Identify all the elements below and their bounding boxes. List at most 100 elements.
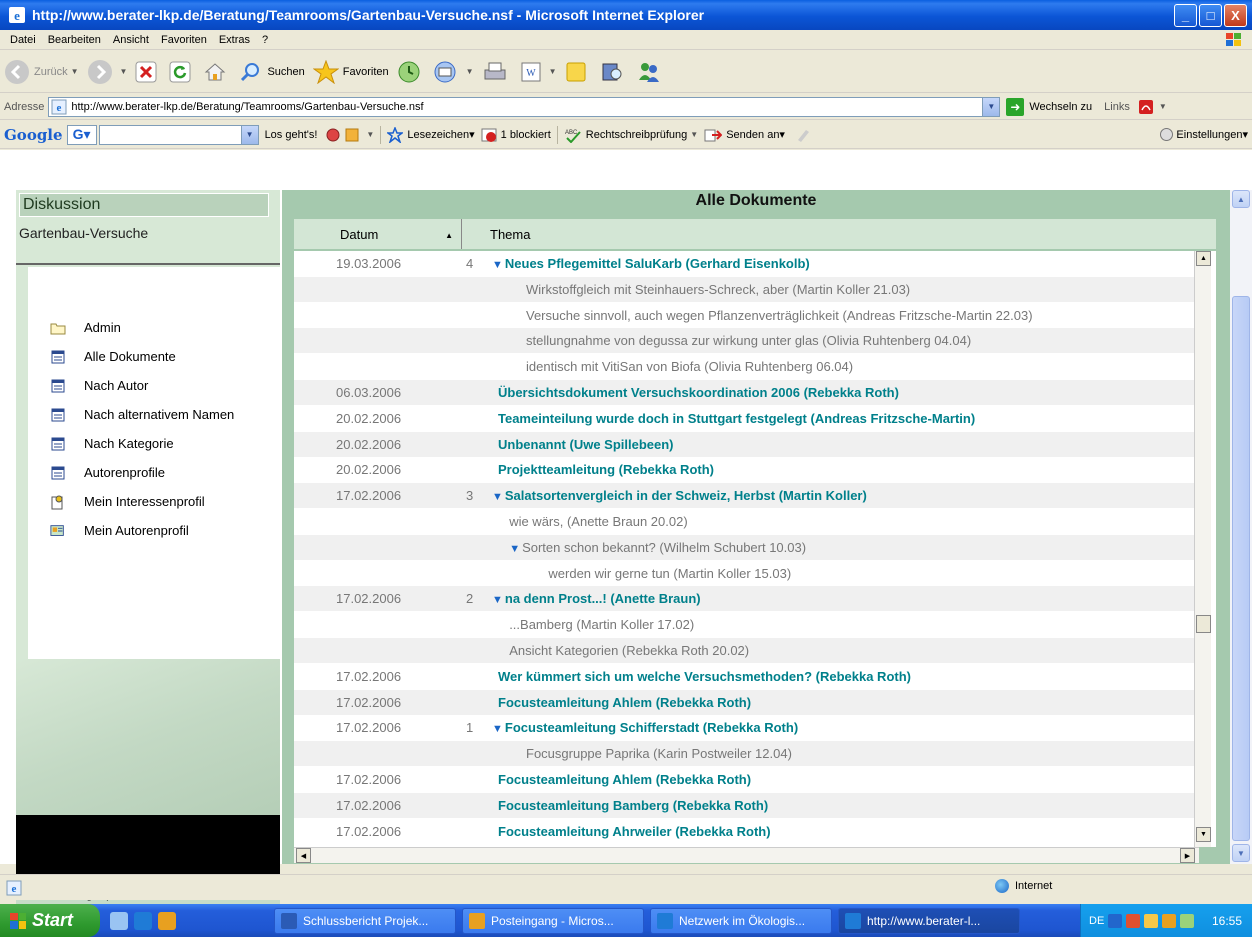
document-row[interactable]: 17.02.2006 Focusteamleitung Ahlem (Rebekk… — [294, 689, 1194, 715]
document-row[interactable]: 20.02.2006 Unbenannt (Uwe Spillebeen) — [294, 431, 1194, 457]
document-topic[interactable]: Unbenannt (Uwe Spillebeen) — [498, 437, 674, 452]
response-row[interactable]: stellungnahme von degussa zur wirkung un… — [294, 328, 1194, 354]
menu-datei[interactable]: Datei — [4, 34, 42, 46]
document-row[interactable]: 17.02.2006 2 ▼ na denn Prost...! (Anette Br… — [294, 586, 1194, 612]
document-topic[interactable]: Versuche sinnvoll, auch wegen Pflanzenve… — [526, 308, 1033, 323]
sidebar-item-nach-alternativem-namen[interactable]: Nach alternativem Namen — [28, 400, 234, 429]
column-header-date[interactable]: Datum ▲ — [294, 219, 462, 249]
sidebar-item-autorenprofile[interactable]: Autorenprofile — [28, 458, 234, 487]
document-topic[interactable]: Teameinteilung wurde doch in Stuttgart f… — [498, 411, 975, 426]
document-topic[interactable]: stellungnahme von degussa zur wirkung un… — [526, 333, 971, 348]
view-horizontal-scrollbar[interactable]: ◀ ▶ — [294, 847, 1199, 863]
popup-blocker-button[interactable]: 1 blockiert — [481, 127, 551, 143]
sort-ascending-icon[interactable]: ▲ — [445, 231, 453, 240]
scroll-left-icon[interactable]: ◀ — [296, 848, 311, 863]
document-row[interactable]: 17.02.2006 Wer kümmert sich um welche Ver… — [294, 664, 1194, 689]
document-topic[interactable]: ▼ Focusteamleitung Schifferstadt (Rebekka… — [492, 720, 798, 735]
document-topic[interactable]: werden wir gerne tun (Martin Koller 15.0… — [548, 566, 791, 581]
document-topic[interactable]: Focusteamleitung Bamberg (Rebekka Roth) — [498, 798, 768, 813]
sidebar-item-mein-interessenprofil[interactable]: Mein Interessenprofil — [28, 487, 234, 516]
close-button[interactable]: X — [1224, 3, 1247, 27]
document-topic[interactable]: Focusteamleitung Ahlem (Rebekka Roth) — [498, 772, 751, 787]
tray-arrow-icon[interactable] — [1108, 913, 1123, 928]
document-topic[interactable]: Wer kümmert sich um welche Versuchsmetho… — [498, 669, 911, 684]
print-button[interactable] — [482, 60, 512, 84]
refresh-button[interactable] — [169, 61, 195, 83]
quicklaunch-desktop-icon[interactable] — [110, 911, 128, 930]
response-row[interactable]: Focusgruppe Paprika (Karin Postweiler 12… — [294, 741, 1194, 767]
twisty-expanded-icon[interactable]: ▼ — [492, 594, 503, 606]
forward-button[interactable]: ▼ — [87, 59, 127, 85]
response-row[interactable]: ▼ Sorten schon bekannt? (Wilhelm Schubert… — [294, 534, 1194, 560]
document-topic[interactable]: Focusgruppe Paprika (Karin Postweiler 12… — [526, 746, 792, 761]
notes-button[interactable] — [564, 60, 592, 84]
sidebar-item-nach-kategorie[interactable]: Nach Kategorie — [28, 429, 234, 458]
highlighter-icon[interactable] — [795, 127, 811, 143]
google-menu-button[interactable]: G▾ — [66, 124, 97, 145]
acrobat-icon[interactable] — [1138, 99, 1156, 115]
taskbar-button[interactable]: Schlussbericht Projek... — [274, 907, 456, 934]
browser-scroll-up-icon[interactable]: ▲ — [1232, 190, 1250, 208]
document-row[interactable]: 06.03.2006 Übersichtsdokument Versuchskoo… — [294, 380, 1194, 405]
bookmarks-button[interactable]: Lesezeichen▾ — [387, 126, 475, 143]
history-button[interactable] — [397, 60, 425, 84]
view-vertical-scrollbar[interactable]: ▲ ▼ — [1194, 251, 1211, 847]
tray-acrobat-icon[interactable] — [1126, 913, 1141, 928]
menu-ansicht[interactable]: Ansicht — [107, 34, 155, 46]
quicklaunch-outlook-icon[interactable] — [158, 911, 176, 930]
edit-button[interactable]: W ▼ — [520, 61, 556, 83]
document-row[interactable]: 17.02.2006 3 ▼ Salatsortenvergleich in der … — [294, 483, 1194, 509]
document-row[interactable]: 20.02.2006 Projektteamleitung (Rebekka Ro… — [294, 457, 1194, 482]
minimize-button[interactable]: _ — [1174, 3, 1197, 27]
scroll-right-icon[interactable]: ▶ — [1180, 848, 1195, 863]
menu-extras[interactable]: Extras — [213, 34, 256, 46]
menu-bearbeiten[interactable]: Bearbeiten — [42, 34, 107, 46]
response-row[interactable]: wie wärs, (Anette Braun 20.02) — [294, 509, 1194, 534]
document-topic[interactable]: ▼ Neues Pflegemittel SaluKarb (Gerhard Ei… — [492, 256, 810, 271]
browser-vertical-scrollbar[interactable]: ▲ ▼ — [1230, 190, 1252, 864]
sidebar-item-mein-autorenprofil[interactable]: Mein Autorenprofil — [28, 516, 234, 545]
twisty-expanded-icon[interactable]: ▼ — [492, 259, 503, 271]
document-topic[interactable]: ▼ Sorten schon bekannt? (Wilhelm Schubert… — [509, 540, 806, 555]
response-row[interactable]: ...Bamberg (Martin Koller 17.02) — [294, 612, 1194, 637]
response-row[interactable]: Versuche sinnvoll, auch wegen Pflanzenve… — [294, 303, 1194, 328]
spellcheck-button[interactable]: ABC Rechtschreibprüfung ▼ — [564, 127, 698, 143]
document-topic[interactable]: Übersichtsdokument Versuchskoordination … — [498, 385, 899, 400]
window-titlebar[interactable]: e http://www.berater-lkp.de/Beratung/Tea… — [0, 0, 1252, 30]
scroll-thumb[interactable] — [1196, 615, 1211, 633]
language-indicator[interactable]: DE — [1089, 915, 1104, 927]
document-topic[interactable]: Focusteamleitung Ahlem (Rebekka Roth) — [498, 695, 751, 710]
browser-scroll-down-icon[interactable]: ▼ — [1232, 844, 1250, 862]
links-button[interactable]: Links — [1104, 101, 1130, 113]
document-topic[interactable]: Projektteamleitung (Rebekka Roth) — [498, 462, 714, 477]
back-button[interactable]: Zurück ▼ — [4, 59, 79, 85]
mail-button[interactable]: ▼ — [433, 60, 474, 84]
google-go-button[interactable]: Los geht's! — [265, 129, 318, 141]
twisty-expanded-icon[interactable]: ▼ — [492, 723, 503, 735]
menu-help[interactable]: ? — [256, 34, 274, 46]
sidebar-item-admin[interactable]: Admin — [28, 313, 234, 342]
taskbar-button[interactable]: Netzwerk im Ökologis... — [650, 907, 832, 934]
document-topic[interactable]: ▼ Salatsortenvergleich in der Schweiz, He… — [492, 488, 867, 503]
document-row[interactable]: 17.02.2006 1 ▼ Focusteamleitung Schiffersta… — [294, 715, 1194, 740]
sidebar-item-alle-dokumente[interactable]: Alle Dokumente — [28, 342, 234, 371]
taskbar-button[interactable]: Posteingang - Micros... — [462, 907, 644, 934]
document-row[interactable]: 20.02.2006 Teameinteilung wurde doch in S… — [294, 406, 1194, 431]
document-row[interactable]: 19.03.2006 4 ▼ Neues Pflegemittel SaluKarb … — [294, 251, 1194, 276]
response-row[interactable]: identisch mit VitiSan von Biofa (Olivia … — [294, 354, 1194, 379]
document-topic[interactable]: ...Bamberg (Martin Koller 17.02) — [509, 617, 694, 632]
twisty-expanded-icon[interactable]: ▼ — [509, 543, 520, 555]
stop-button[interactable] — [135, 61, 161, 83]
google-dropdown-icon[interactable]: ▼ — [240, 125, 258, 144]
home-button[interactable] — [203, 60, 231, 84]
address-dropdown-icon[interactable]: ▼ — [982, 97, 1000, 116]
document-row[interactable]: 17.02.2006 Focusteamleitung Ahlem (Rebekk… — [294, 767, 1194, 792]
document-topic[interactable]: identisch mit VitiSan von Biofa (Olivia … — [526, 359, 853, 374]
tray-outlook-icon[interactable] — [1162, 913, 1177, 928]
google-search-input[interactable]: ▼ — [98, 124, 259, 145]
document-row[interactable]: 17.02.2006 Focusteamleitung Ahrweiler (Re… — [294, 819, 1194, 844]
address-input[interactable]: e http://www.berater-lkp.de/Beratung/Tea… — [48, 96, 1001, 117]
google-logo[interactable]: Google — [4, 126, 63, 144]
document-topic[interactable]: Focusteamleitung Ahrweiler (Rebekka Roth… — [498, 824, 771, 839]
response-row[interactable]: werden wir gerne tun (Martin Koller 15.0… — [294, 561, 1194, 586]
